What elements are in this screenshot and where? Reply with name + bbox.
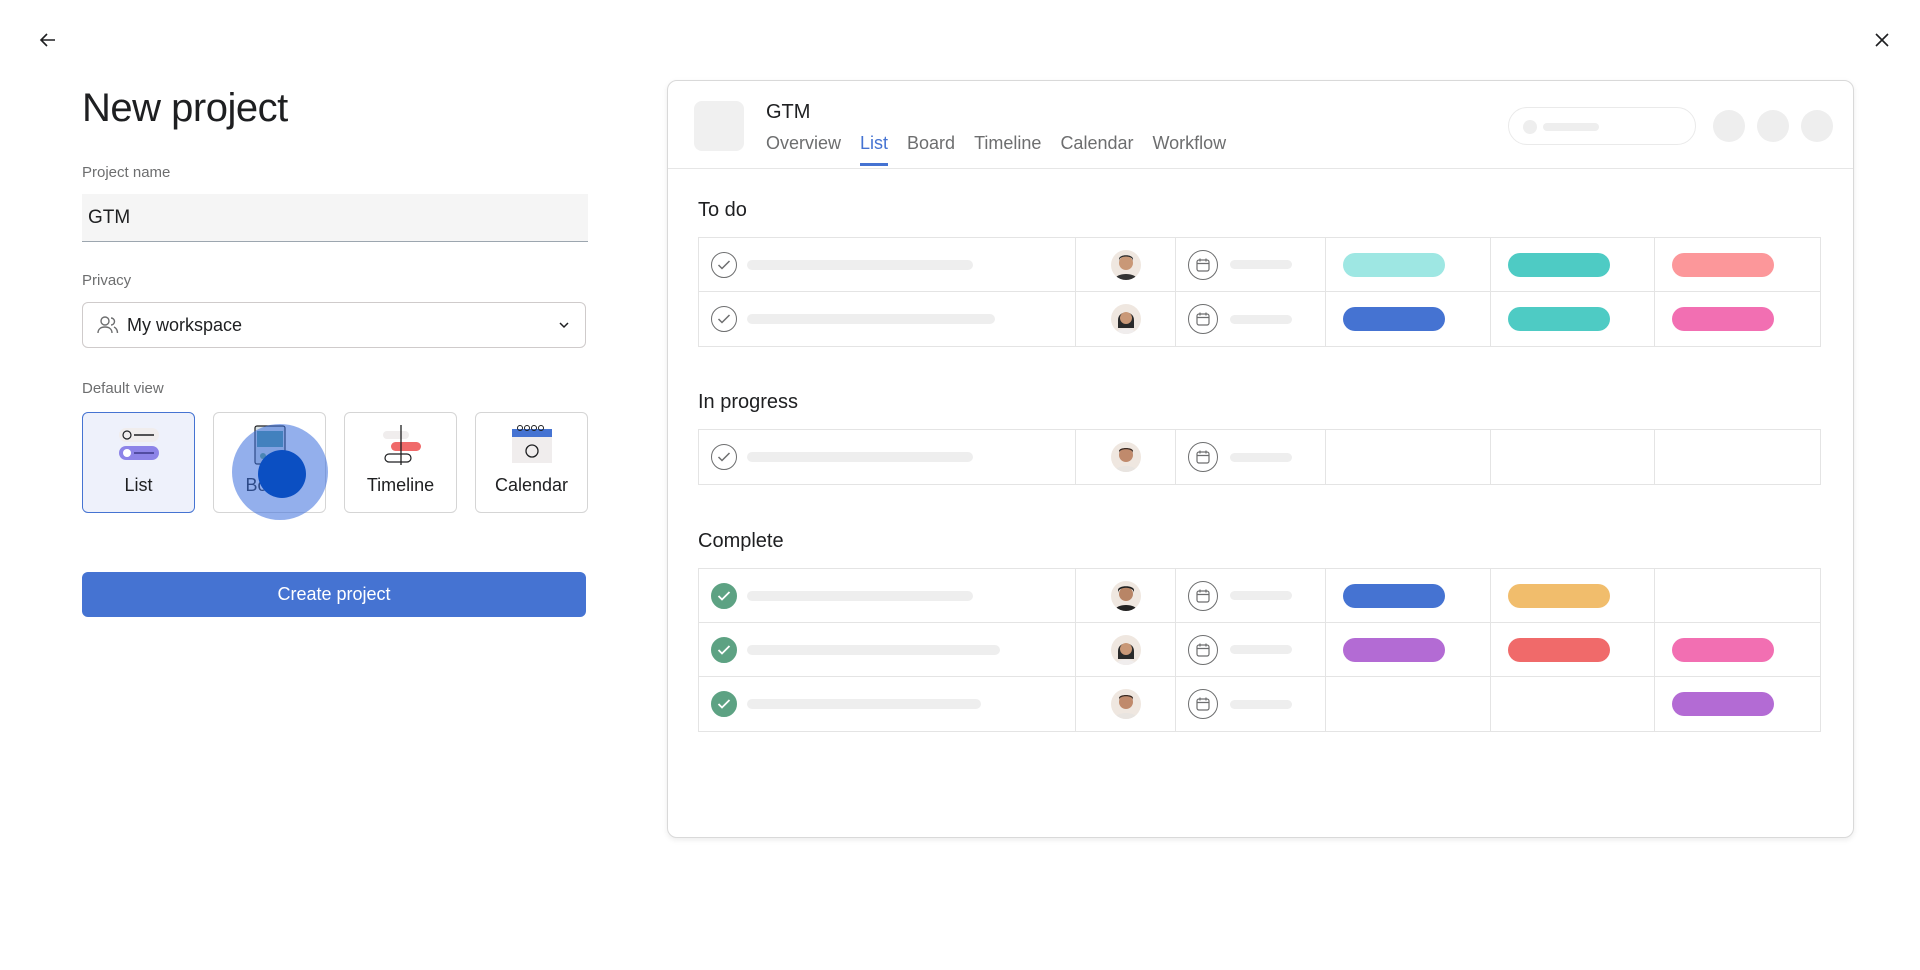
- tab-list[interactable]: List: [860, 133, 889, 166]
- task-name-placeholder: [747, 699, 981, 709]
- view-option-label: List: [124, 475, 153, 495]
- date-placeholder: [1230, 314, 1293, 324]
- project-icon-placeholder: [694, 101, 744, 151]
- calendar-icon: [1188, 580, 1219, 611]
- tag-pill: [1507, 252, 1610, 277]
- tag-pill: [1672, 307, 1775, 331]
- date-placeholder: [1230, 591, 1293, 600]
- tag-pill: [1672, 252, 1775, 277]
- table-row: [699, 569, 1820, 623]
- view-option-list[interactable]: List: [82, 412, 195, 513]
- tag-pill: [1507, 307, 1610, 331]
- view-option-timeline[interactable]: Timeline: [344, 412, 457, 513]
- section-table-in-progress: [698, 429, 1821, 485]
- project-preview: GTM Overview List Board Timeline Calenda…: [667, 80, 1854, 838]
- new-project-form: New project Project name Privacy My work…: [82, 80, 588, 617]
- date-placeholder: [1230, 645, 1293, 654]
- action-placeholder: [1757, 110, 1789, 142]
- section-table-todo: [698, 237, 1821, 347]
- table-row: [699, 623, 1820, 677]
- table-row: [699, 292, 1820, 346]
- avatar: [1110, 442, 1141, 472]
- privacy-label: Privacy: [82, 272, 132, 289]
- task-name-placeholder: [747, 590, 973, 601]
- tag-pill: [1672, 692, 1775, 716]
- view-option-calendar[interactable]: Calendar: [475, 412, 588, 513]
- action-placeholder: [1713, 110, 1745, 142]
- tag-pill: [1672, 637, 1775, 662]
- date-placeholder: [1230, 260, 1293, 269]
- tab-overview[interactable]: Overview: [766, 133, 841, 166]
- avatar: [1110, 689, 1141, 719]
- create-project-button[interactable]: Create project: [82, 572, 586, 617]
- avatar: [1110, 249, 1141, 280]
- check-icon: [711, 306, 737, 332]
- date-placeholder: [1230, 452, 1293, 462]
- check-done-icon: [711, 582, 737, 609]
- tag-pill: [1342, 637, 1445, 662]
- project-name-label: Project name: [82, 164, 171, 181]
- default-view-label: Default view: [82, 380, 164, 397]
- preview-project-name: GTM: [766, 101, 811, 123]
- check-icon: [711, 251, 737, 278]
- back-button[interactable]: [32, 24, 64, 56]
- check-done-icon: [711, 636, 737, 663]
- task-name-placeholder: [747, 259, 973, 270]
- page-title: New project: [82, 86, 288, 130]
- tab-board[interactable]: Board: [907, 133, 955, 166]
- calendar-view-icon: [511, 425, 552, 463]
- tag-pill: [1507, 637, 1610, 662]
- close-icon: [1875, 33, 1889, 47]
- tab-calendar[interactable]: Calendar: [1060, 133, 1133, 166]
- board-view-icon: [253, 425, 286, 465]
- preview-tabs: Overview List Board Timeline Calendar Wo…: [766, 133, 1226, 166]
- task-name-placeholder: [747, 644, 1000, 655]
- task-name-placeholder: [747, 452, 973, 462]
- date-placeholder: [1230, 699, 1293, 709]
- privacy-value: My workspace: [127, 314, 243, 335]
- check-icon: [711, 444, 737, 470]
- view-option-label: Calendar: [494, 475, 569, 495]
- arrow-left-icon: [39, 33, 55, 47]
- privacy-select[interactable]: My workspace: [82, 302, 586, 348]
- tag-pill: [1507, 583, 1610, 608]
- members-icon: [97, 316, 119, 334]
- avatar: [1110, 634, 1141, 665]
- chevron-down-icon: [559, 322, 569, 329]
- calendar-icon: [1188, 304, 1219, 334]
- view-option-label: Board: [245, 475, 294, 495]
- section-title-complete: Complete: [698, 530, 784, 552]
- project-name-input[interactable]: [82, 194, 588, 242]
- tab-workflow[interactable]: Workflow: [1152, 133, 1226, 166]
- calendar-icon: [1188, 249, 1219, 280]
- tag-pill: [1342, 583, 1445, 608]
- search-placeholder: [1508, 107, 1696, 145]
- section-title-in-progress: In progress: [698, 391, 799, 413]
- tab-timeline[interactable]: Timeline: [974, 133, 1041, 166]
- table-row: [699, 430, 1820, 484]
- calendar-icon: [1188, 634, 1219, 665]
- preview-header: GTM Overview List Board Timeline Calenda…: [668, 81, 1853, 169]
- check-done-icon: [711, 691, 737, 717]
- section-table-complete: [698, 568, 1821, 732]
- avatar: [1110, 304, 1141, 334]
- avatar: [1110, 580, 1141, 611]
- list-view-icon: [118, 428, 159, 460]
- timeline-view-icon: [382, 425, 421, 465]
- tag-pill: [1342, 252, 1445, 277]
- calendar-icon: [1188, 442, 1219, 472]
- table-row: [699, 238, 1820, 292]
- close-button[interactable]: [1866, 24, 1898, 56]
- view-option-label: Timeline: [366, 475, 435, 495]
- default-view-options: List Board Timeline Calendar: [82, 412, 588, 513]
- task-name-placeholder: [747, 314, 995, 324]
- tag-pill: [1342, 307, 1445, 331]
- action-placeholder: [1801, 110, 1833, 142]
- section-title-todo: To do: [698, 199, 747, 221]
- view-option-board[interactable]: Board: [213, 412, 326, 513]
- table-row: [699, 677, 1820, 731]
- calendar-icon: [1188, 689, 1219, 719]
